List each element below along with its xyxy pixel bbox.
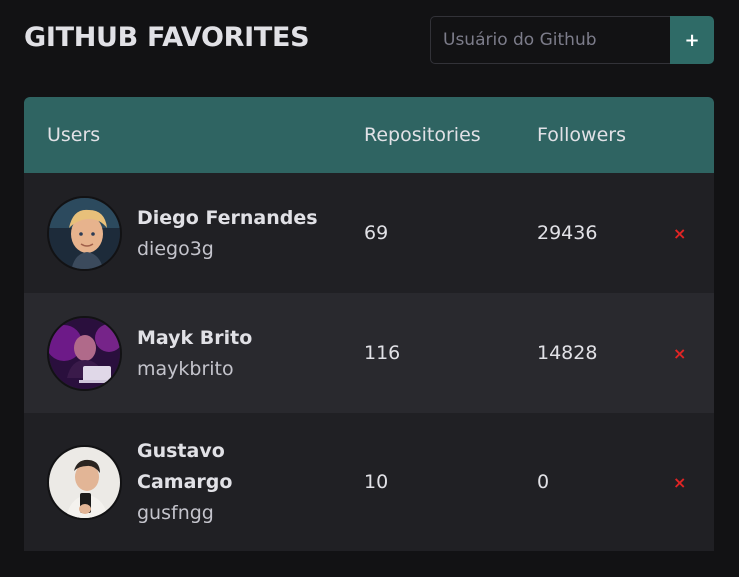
table-row: Gustavo Camargo gusfngg 10 0 ×	[24, 413, 714, 551]
followers-count: 0	[537, 471, 550, 493]
column-header-users: Users	[47, 124, 101, 146]
remove-button[interactable]: ×	[673, 473, 686, 492]
user-cell: Gustavo Camargo gusfngg	[24, 436, 364, 528]
user-login: gusfngg	[137, 502, 214, 524]
user-cell: Diego Fernandes diego3g	[24, 195, 364, 271]
column-header-repositories: Repositories	[364, 124, 481, 146]
table-row: Diego Fernandes diego3g 69 29436 ×	[24, 173, 714, 293]
column-header-followers: Followers	[537, 124, 626, 146]
repositories-count: 10	[364, 471, 389, 493]
avatar	[47, 195, 122, 271]
repositories-count: 116	[364, 342, 401, 364]
favorites-table: Users Repositories Followers Diego Ferna…	[24, 97, 714, 551]
followers-count: 14828	[537, 342, 598, 364]
avatar	[47, 315, 122, 391]
remove-button[interactable]: ×	[673, 344, 686, 363]
user-name: Mayk Brito	[137, 326, 253, 349]
user-login: maykbrito	[137, 357, 234, 380]
github-user-input[interactable]	[430, 16, 670, 64]
user-name: Gustavo Camargo	[137, 440, 233, 493]
avatar	[47, 444, 122, 520]
add-favorite-button[interactable]: +	[670, 16, 714, 64]
user-login: diego3g	[137, 237, 214, 260]
repositories-count: 69	[364, 222, 389, 244]
table-header: Users Repositories Followers	[24, 97, 714, 173]
table-row: Mayk Brito maykbrito 116 14828 ×	[24, 293, 714, 413]
user-cell: Mayk Brito maykbrito	[24, 315, 364, 391]
page-title: GITHUB FAVORITES	[24, 22, 310, 53]
followers-count: 29436	[537, 222, 598, 244]
remove-button[interactable]: ×	[673, 224, 686, 243]
user-name: Diego Fernandes	[137, 206, 318, 229]
search-bar: +	[430, 16, 714, 64]
